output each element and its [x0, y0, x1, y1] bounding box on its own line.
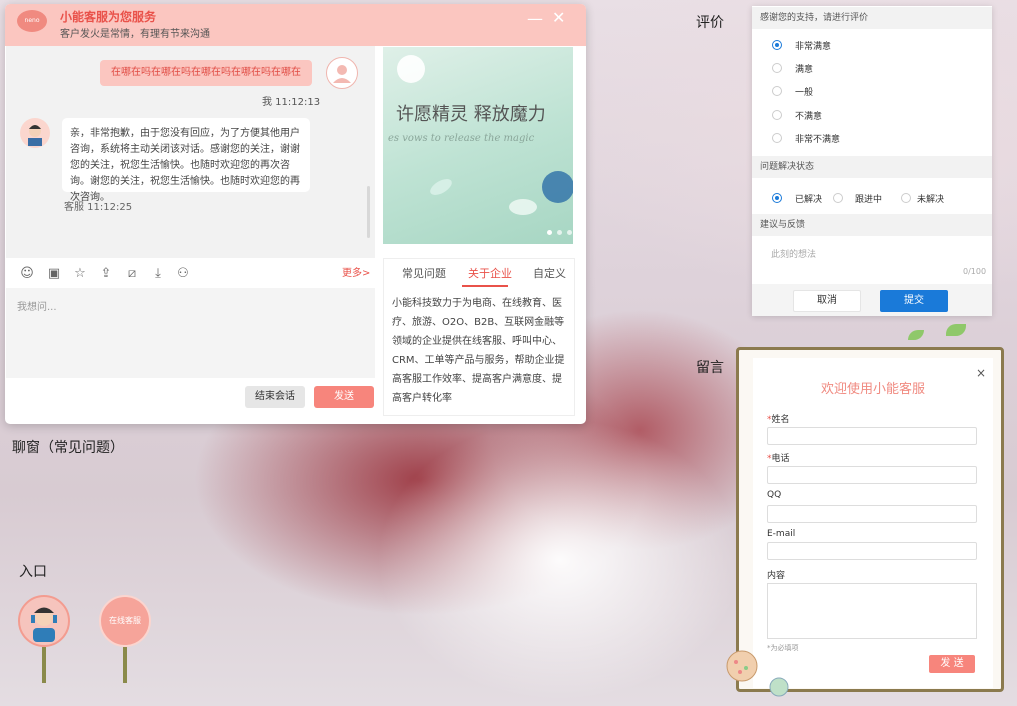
- phone-input[interactable]: [767, 466, 977, 484]
- resolve-option-label: 未解决: [917, 195, 945, 205]
- send-button[interactable]: 发送: [314, 386, 374, 408]
- resolve-option-label: 跟进中: [855, 195, 883, 205]
- resolve-option-label: 已解决: [795, 195, 823, 205]
- tab-about[interactable]: 关于企业: [468, 265, 512, 281]
- field-label-text: 姓名: [771, 415, 790, 425]
- chat-toolbar: ☺ ▣ ☆ ⇪ ⧄ ⤓ ⚇: [6, 260, 375, 288]
- chat-input[interactable]: [6, 288, 375, 378]
- label-message: 留言: [696, 360, 724, 376]
- entry-stem-decoration: [42, 647, 46, 683]
- cookie-decoration: [726, 650, 758, 682]
- rating-radio-satisfied[interactable]: [772, 63, 782, 73]
- message-form-title: 欢迎使用小能客服: [820, 382, 925, 397]
- feedback-header: 建议与反馈: [752, 214, 992, 236]
- carousel-dot-1[interactable]: [547, 230, 552, 235]
- resolve-radio-following[interactable]: [833, 193, 843, 203]
- agent-message-time: 客服 11:12:25: [64, 202, 133, 213]
- crop-icon[interactable]: ⧄: [124, 266, 140, 282]
- close-icon[interactable]: ✕: [552, 8, 565, 27]
- resolve-header: 问题解决状态: [752, 156, 992, 178]
- label-entry: 入口: [19, 564, 47, 580]
- rating-footer: [752, 284, 992, 316]
- chat-title: 小能客服为您服务: [60, 10, 157, 24]
- field-label-name: *姓名: [767, 415, 790, 425]
- banner-subtitle: es vows to release the magic: [388, 133, 535, 144]
- chat-input-placeholder: 我想问...: [17, 302, 57, 313]
- agent-message-bubble: 亲，非常抱歉，由于您没有回应，为了方便其他用户咨询，系统将主动关闭该对话。感谢您…: [62, 118, 310, 203]
- carousel-dot-2[interactable]: [557, 230, 562, 235]
- rating-cancel-button[interactable]: 取消: [793, 290, 861, 312]
- rating-option-label: 非常不满意: [795, 135, 841, 145]
- rating-radio-very-unsatisfied[interactable]: [772, 133, 782, 143]
- feedback-input[interactable]: 此刻的想法: [771, 247, 816, 260]
- user-message-time: 我 11:12:13: [262, 97, 321, 108]
- leaf-decoration: [908, 330, 924, 340]
- entry-online-service-button[interactable]: 在线客服: [99, 595, 151, 647]
- user-message-bubble: 在哪在吗在哪在吗在哪在吗在哪在吗在哪在: [100, 60, 312, 86]
- logo-icon: neno: [17, 10, 47, 32]
- upload-icon[interactable]: ⇪: [98, 266, 114, 282]
- entry-stem-decoration: [123, 647, 127, 683]
- tab-faq[interactable]: 常见问题: [402, 265, 446, 281]
- email-input[interactable]: [767, 542, 977, 560]
- name-input[interactable]: [767, 427, 977, 445]
- rating-radio-very-satisfied[interactable]: [772, 40, 782, 50]
- rating-header: 感谢您的支持，请进行评价: [752, 7, 992, 29]
- cookie-decoration: [769, 677, 789, 697]
- rating-option-label: 不满意: [795, 112, 823, 122]
- end-session-button[interactable]: 结束会话: [245, 386, 305, 408]
- rating-submit-button[interactable]: 提交: [880, 290, 948, 312]
- star-icon[interactable]: ☆: [72, 266, 88, 282]
- rating-option-label: 一般: [795, 88, 814, 98]
- field-label-email: E-mail: [767, 529, 796, 539]
- image-icon[interactable]: ▣: [46, 266, 62, 282]
- leaf-decoration: [946, 324, 966, 336]
- qq-input[interactable]: [767, 505, 977, 523]
- carousel-dot-3[interactable]: [567, 230, 572, 235]
- chat-subtitle: 客户发火是常情，有理有节来沟通: [60, 29, 210, 40]
- content-textarea[interactable]: [767, 583, 977, 639]
- rating-radio-neutral[interactable]: [772, 86, 782, 96]
- label-chat-window: 聊窗（常见问题）: [12, 440, 124, 456]
- emoji-icon[interactable]: ☺: [19, 266, 35, 282]
- label-rating: 评价: [696, 15, 724, 31]
- promo-banner[interactable]: [383, 47, 573, 244]
- rating-radio-unsatisfied[interactable]: [772, 110, 782, 120]
- rating-option-label: 满意: [795, 65, 814, 75]
- message-scrollbar[interactable]: [367, 186, 370, 238]
- rating-option-label: 非常满意: [795, 42, 832, 52]
- message-send-button[interactable]: 发 送: [929, 655, 975, 673]
- message-close-icon[interactable]: ×: [976, 366, 986, 380]
- resolve-radio-unresolved[interactable]: [901, 193, 911, 203]
- field-label-qq: QQ: [767, 490, 782, 500]
- agent-avatar: [20, 118, 50, 148]
- tab-custom[interactable]: 自定义: [533, 265, 566, 281]
- required-hint: *为必填项: [767, 644, 799, 652]
- company-info-text: 小能科技致力于为电商、在线教育、医疗、旅游、O2O、B2B、互联网金融等领域的企…: [392, 298, 565, 404]
- field-label-phone: *电话: [767, 454, 790, 464]
- more-link[interactable]: 更多>: [342, 264, 370, 279]
- minimize-icon[interactable]: —: [527, 9, 543, 28]
- entry-agent-avatar-button[interactable]: [18, 595, 70, 647]
- field-label-text: 电话: [771, 454, 790, 464]
- banner-title: 许愿精灵 释放魔力: [396, 104, 546, 125]
- transfer-user-icon[interactable]: ⚇: [175, 266, 191, 282]
- download-icon[interactable]: ⤓: [150, 266, 166, 282]
- tab-active-indicator: [462, 285, 508, 287]
- resolve-radio-resolved[interactable]: [772, 193, 782, 203]
- field-label-content: 内容: [767, 571, 786, 581]
- user-avatar: [326, 57, 358, 89]
- feedback-char-count: 0/100: [963, 267, 987, 276]
